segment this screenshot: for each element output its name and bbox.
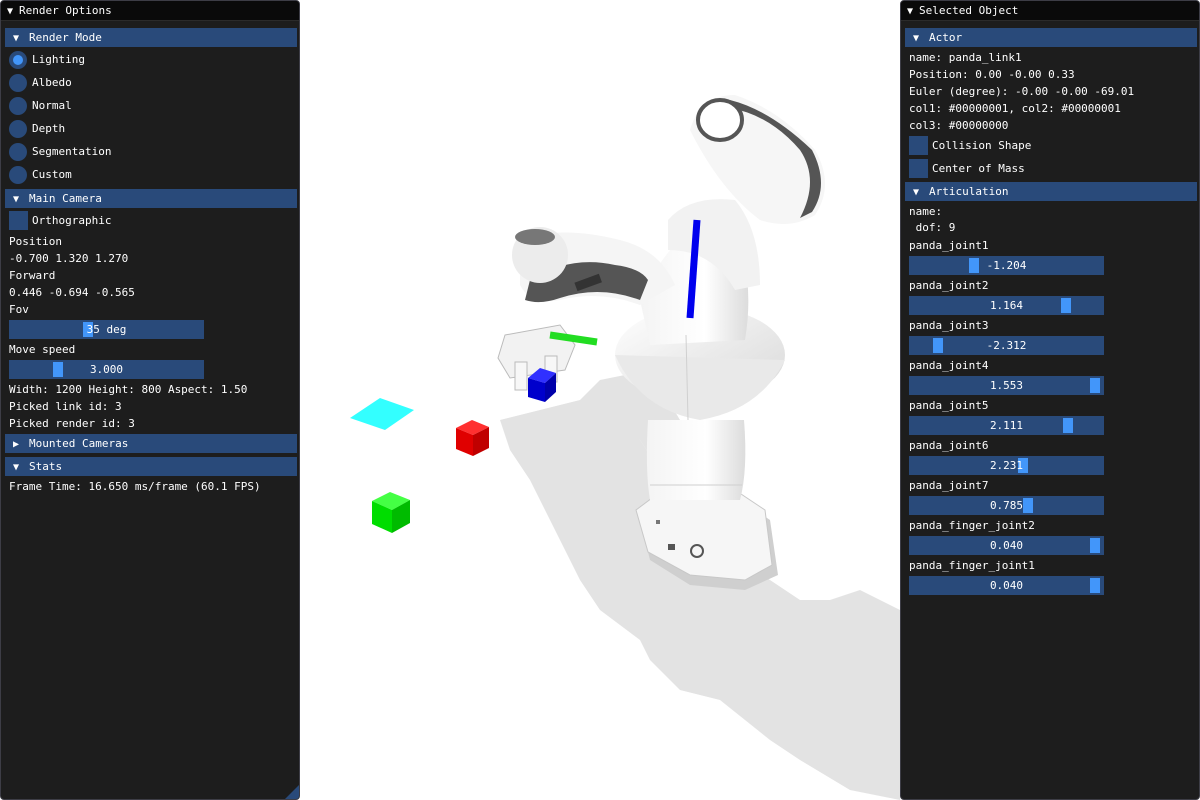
radio-label-custom: Custom — [32, 168, 72, 181]
joint-slider[interactable]: -2.312 — [909, 336, 1104, 355]
actor-position: Position: 0.00 -0.00 0.33 — [909, 68, 1075, 81]
radio-label-albedo: Albedo — [32, 76, 72, 89]
joint-slider[interactable]: -1.204 — [909, 256, 1104, 275]
joint-value: -2.312 — [986, 339, 1027, 352]
collapsed-triangle-icon: ▶ — [13, 439, 20, 450]
joint-label: panda_finger_joint2 — [909, 519, 1035, 532]
collision-shape-checkbox[interactable] — [909, 136, 928, 155]
radio-lighting[interactable] — [9, 51, 27, 69]
joint-label: panda_finger_joint1 — [909, 559, 1035, 572]
expanded-triangle-icon: ▼ — [13, 33, 20, 44]
orthographic-checkbox[interactable] — [9, 211, 28, 230]
collision-shape-label: Collision Shape — [932, 139, 1032, 152]
radio-selected-dot — [13, 55, 23, 65]
mounted-cameras-header[interactable]: ▶ Mounted Cameras — [5, 434, 297, 453]
joint-slider[interactable]: 2.231 — [909, 456, 1104, 475]
expanded-triangle-icon: ▼ — [913, 187, 920, 198]
articulation-dof: dof: 9 — [909, 221, 956, 234]
radio-label-segmentation: Segmentation — [32, 145, 112, 158]
center-of-mass-checkbox[interactable] — [909, 159, 928, 178]
picked-link-text: Picked link id: 3 — [9, 400, 122, 413]
joint-slider[interactable]: 1.164 — [909, 296, 1104, 315]
camera-forward-value: 0.446 -0.694 -0.565 — [9, 286, 135, 299]
joint-label: panda_joint1 — [909, 239, 989, 252]
joint-label: panda_joint7 — [909, 479, 989, 492]
actor-name: name: panda_link1 — [909, 51, 1022, 64]
picked-render-text: Picked render id: 3 — [9, 417, 135, 430]
radio-custom[interactable] — [9, 166, 27, 184]
joint-slider[interactable]: 2.111 — [909, 416, 1104, 435]
joint-value: 2.231 — [989, 459, 1024, 472]
viewport-size-text: Width: 1200 Height: 800 Aspect: 1.50 — [9, 383, 248, 396]
expanded-triangle-icon: ▼ — [913, 33, 920, 44]
fov-slider[interactable]: 35 deg — [9, 320, 204, 339]
fov-value: 35 deg — [86, 323, 127, 336]
fov-label: Fov — [9, 303, 29, 316]
render-options-panel[interactable]: ▼ Render Options ▼ Render Mode Lighting Al… — [0, 0, 300, 800]
actor-col-line1: col1: #00000001, col2: #00000001 — [909, 102, 1121, 115]
render-options-titlebar[interactable]: ▼ Render Options — [1, 1, 299, 21]
radio-label-depth: Depth — [32, 122, 66, 135]
orthographic-label: Orthographic — [32, 214, 112, 227]
move-speed-label: Move speed — [9, 343, 76, 356]
collapse-triangle-icon[interactable]: ▼ — [907, 2, 919, 22]
joint-value: 1.553 — [989, 379, 1024, 392]
radio-albedo[interactable] — [9, 74, 27, 92]
move-speed-value: 3.000 — [89, 363, 124, 376]
joint-slider[interactable]: 1.553 — [909, 376, 1104, 395]
joint-value: -1.204 — [986, 259, 1027, 272]
expanded-triangle-icon: ▼ — [13, 462, 20, 473]
stats-header[interactable]: ▼ Stats — [5, 457, 297, 476]
joint-label: panda_joint3 — [909, 319, 989, 332]
actor-col-line2: col3: #00000000 — [909, 119, 1009, 132]
joint-value: 1.164 — [989, 299, 1024, 312]
camera-forward-label: Forward — [9, 269, 56, 282]
joint-slider[interactable]: 0.040 — [909, 536, 1104, 555]
joint-value: 0.040 — [989, 579, 1024, 592]
joint-label: panda_joint6 — [909, 439, 989, 452]
radio-label-normal: Normal — [32, 99, 72, 112]
joint-label: panda_joint4 — [909, 359, 989, 372]
joint-value: 0.040 — [989, 539, 1024, 552]
joint-slider[interactable]: 0.040 — [909, 576, 1104, 595]
expanded-triangle-icon: ▼ — [13, 194, 20, 205]
actor-header[interactable]: ▼ Actor — [905, 28, 1197, 47]
robot-lower-link — [646, 420, 746, 500]
selected-object-titlebar[interactable]: ▼ Selected Object — [901, 1, 1199, 21]
articulation-name: name: — [909, 205, 943, 218]
move-speed-slider[interactable]: 3.000 — [9, 360, 204, 379]
joint-slider[interactable]: 0.785 — [909, 496, 1104, 515]
collapse-triangle-icon[interactable]: ▼ — [7, 2, 19, 22]
resize-grip-icon[interactable] — [285, 785, 299, 799]
render-mode-header[interactable]: ▼ Render Mode — [5, 28, 297, 47]
main-camera-header[interactable]: ▼ Main Camera — [5, 189, 297, 208]
joint-label: panda_joint5 — [909, 399, 989, 412]
joint-value: 0.785 — [989, 499, 1024, 512]
camera-position-label: Position — [9, 235, 62, 248]
radio-segmentation[interactable] — [9, 143, 27, 161]
render-options-title: Render Options — [19, 4, 112, 17]
frame-time-text: Frame Time: 16.650 ms/frame (60.1 FPS) — [9, 480, 261, 493]
articulation-header[interactable]: ▼ Articulation — [905, 182, 1197, 201]
radio-normal[interactable] — [9, 97, 27, 115]
center-of-mass-label: Center of Mass — [932, 162, 1025, 175]
radio-label-lighting: Lighting — [32, 53, 85, 66]
selected-object-panel[interactable]: ▼ Selected Object ▼ Actor name: panda_link… — [900, 0, 1200, 800]
joint-label: panda_joint2 — [909, 279, 989, 292]
joint-value: 2.111 — [989, 419, 1024, 432]
selected-object-title: Selected Object — [919, 4, 1019, 17]
camera-position-value: -0.700 1.320 1.270 — [9, 252, 129, 265]
actor-euler: Euler (degree): -0.00 -0.00 -69.01 — [909, 85, 1135, 98]
radio-depth[interactable] — [9, 120, 27, 138]
